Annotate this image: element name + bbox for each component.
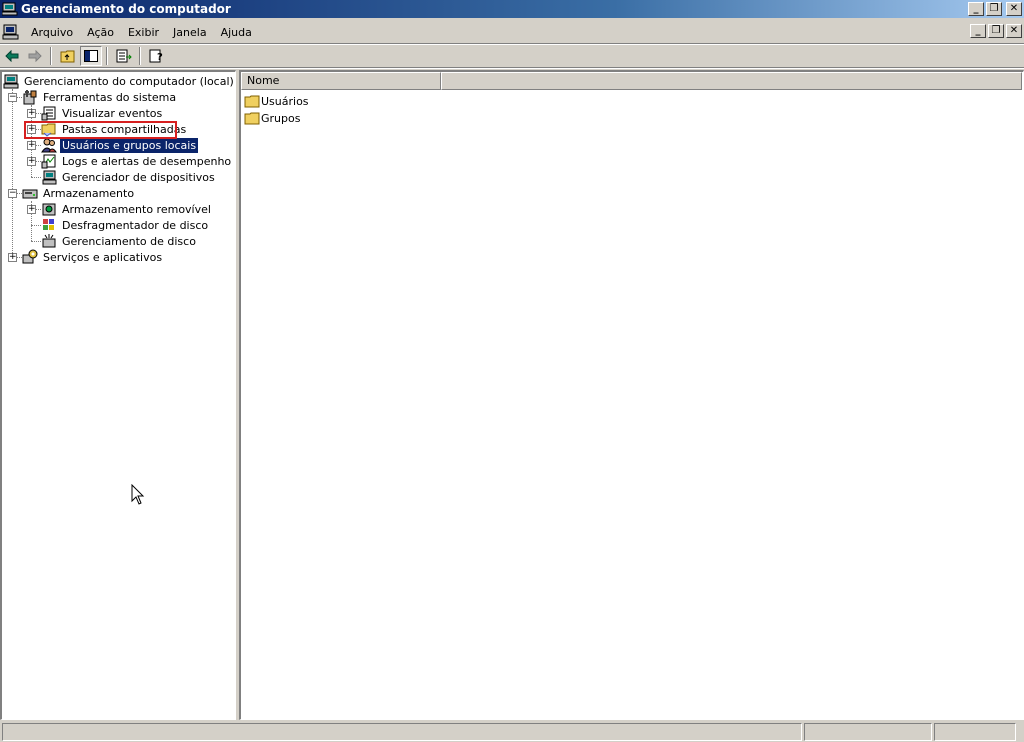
- tree-node-removable-storage[interactable]: Armazenamento removível: [41, 201, 213, 217]
- folder-icon: [244, 95, 260, 108]
- expand-event-viewer[interactable]: +: [27, 109, 36, 118]
- removable-storage-icon: [42, 203, 56, 216]
- toolbar-separator: [50, 47, 52, 65]
- tree-node-event-viewer[interactable]: Visualizar eventos: [41, 105, 164, 121]
- column-header-row: Nome: [241, 72, 1022, 90]
- back-button[interactable]: [1, 46, 23, 66]
- tree-label-disk-mgmt: Gerenciamento de disco: [62, 234, 196, 248]
- collapse-system-tools[interactable]: −: [8, 93, 17, 102]
- menu-ajuda[interactable]: Ajuda: [214, 26, 259, 39]
- computer-icon: [3, 74, 19, 89]
- toolbar-separator-3: [139, 47, 141, 65]
- tree-node-perf-logs[interactable]: Logs e alertas de desempenho: [41, 153, 233, 169]
- console-tree[interactable]: Gerenciamento do computador (local) − Fe…: [0, 70, 236, 720]
- help-button[interactable]: ?: [146, 46, 168, 66]
- forward-arrow-icon: [28, 50, 42, 62]
- users-groups-icon: [41, 138, 57, 153]
- tree-label-event-viewer: Visualizar eventos: [62, 106, 163, 120]
- folder-icon: [244, 112, 260, 125]
- status-panel-main: [2, 723, 802, 741]
- tree-label-defrag: Desfragmentador de disco: [62, 218, 209, 232]
- tree-label-device-manager: Gerenciador de dispositivos: [62, 170, 215, 184]
- tree-label-removable-storage: Armazenamento removível: [62, 202, 211, 216]
- disk-management-icon: [42, 234, 56, 248]
- expand-removable-storage[interactable]: +: [27, 205, 36, 214]
- tree-label-services: Serviços e aplicativos: [43, 250, 163, 264]
- menu-janela[interactable]: Janela: [166, 26, 214, 39]
- status-panel-2: [804, 723, 932, 741]
- expand-local-users[interactable]: +: [27, 141, 36, 150]
- collapse-storage[interactable]: −: [8, 189, 17, 198]
- tree-node-device-manager[interactable]: Gerenciador de dispositivos: [41, 169, 217, 185]
- child-restore-button[interactable]: ❐: [988, 24, 1004, 38]
- menu-bar: Arquivo Ação Exibir Janela Ajuda: [0, 21, 1024, 43]
- help-icon: ?: [149, 49, 163, 63]
- performance-logs-icon: [41, 154, 56, 169]
- show-hide-tree-button[interactable]: [80, 46, 102, 66]
- export-list-icon: [116, 49, 132, 63]
- up-level-button[interactable]: [57, 46, 79, 66]
- details-pane[interactable]: Nome Usuários Grupos: [239, 70, 1024, 720]
- tree-node-storage[interactable]: Armazenamento: [22, 185, 136, 201]
- toolbar-separator-2: [106, 47, 108, 65]
- mouse-cursor-icon: [131, 484, 145, 505]
- status-bar: [0, 722, 1024, 742]
- restore-button[interactable]: ❐: [986, 2, 1002, 16]
- computer-management-icon: [2, 2, 18, 16]
- storage-icon: [22, 189, 38, 199]
- console-icon[interactable]: [2, 24, 20, 40]
- menu-arquivo[interactable]: Arquivo: [24, 26, 80, 39]
- toolbar: ?: [0, 45, 1024, 67]
- tree-label-local-users: Usuários e grupos locais: [58, 136, 200, 154]
- tree-node-system-tools[interactable]: Ferramentas do sistema: [22, 89, 178, 105]
- minimize-button[interactable]: _: [968, 2, 984, 16]
- services-icon: [22, 249, 38, 264]
- menu-acao[interactable]: Ação: [80, 26, 121, 39]
- column-header-empty: [441, 72, 1022, 90]
- list-item-label: Usuários: [261, 94, 309, 108]
- tree-node-local-users[interactable]: Usuários e grupos locais: [41, 136, 200, 154]
- tree-label-perf-logs: Logs e alertas de desempenho: [62, 154, 232, 168]
- tree-label-storage: Armazenamento: [43, 186, 135, 200]
- highlight-box: [24, 121, 177, 139]
- folder-up-icon: [60, 50, 75, 63]
- toolbar-separator-line: [0, 67, 1024, 69]
- tools-icon: [23, 90, 37, 105]
- status-panel-3: [934, 723, 1016, 741]
- expand-perf-logs[interactable]: +: [27, 157, 36, 166]
- export-list-button[interactable]: [113, 46, 135, 66]
- close-button[interactable]: ✕: [1006, 2, 1022, 16]
- tree-node-defrag[interactable]: Desfragmentador de disco: [41, 217, 210, 233]
- child-minimize-button[interactable]: _: [970, 24, 986, 38]
- tree-node-disk-mgmt[interactable]: Gerenciamento de disco: [41, 233, 198, 249]
- back-arrow-icon: [5, 50, 19, 62]
- svg-text:?: ?: [157, 52, 163, 63]
- forward-button[interactable]: [24, 46, 46, 66]
- tree-node-root[interactable]: Gerenciamento do computador (local): [3, 73, 236, 89]
- list-item-label: Grupos: [261, 111, 301, 125]
- list-item[interactable]: Grupos: [244, 110, 300, 126]
- child-close-button[interactable]: ✕: [1006, 24, 1022, 38]
- event-viewer-icon: [41, 106, 56, 121]
- expand-services[interactable]: +: [8, 253, 17, 262]
- menu-exibir[interactable]: Exibir: [121, 26, 166, 39]
- title-bar: Gerenciamento do computador _ ❐ ✕: [0, 0, 1024, 18]
- tree-label-root: Gerenciamento do computador (local): [24, 74, 234, 88]
- console-tree-icon: [84, 50, 98, 62]
- device-manager-icon: [42, 170, 57, 185]
- defragmenter-icon: [43, 219, 54, 230]
- list-item[interactable]: Usuários: [244, 93, 309, 109]
- tree-node-services[interactable]: Serviços e aplicativos: [22, 249, 164, 265]
- window-title: Gerenciamento do computador: [21, 2, 231, 16]
- tree-label-system-tools: Ferramentas do sistema: [43, 90, 177, 104]
- column-header-name[interactable]: Nome: [241, 72, 441, 90]
